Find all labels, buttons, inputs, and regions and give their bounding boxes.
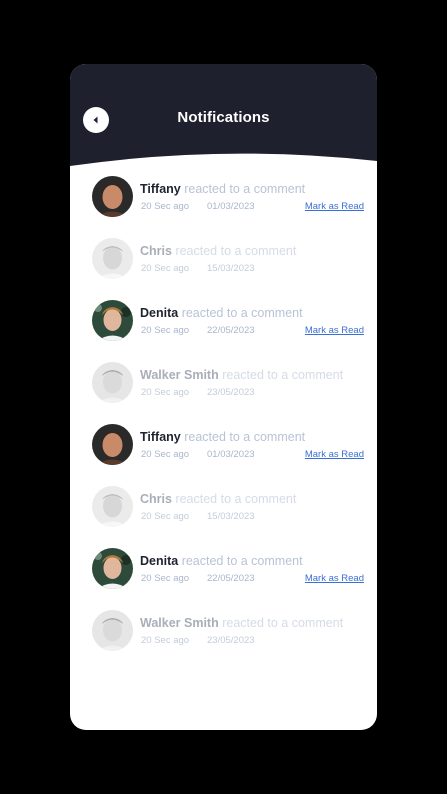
avatar [92, 424, 133, 465]
avatar-tiffany [92, 424, 133, 465]
notification-action: reacted to a comment [175, 244, 297, 258]
notification-name: Chris [140, 244, 172, 258]
avatar [92, 300, 133, 341]
notification-name: Tiffany [140, 182, 181, 196]
notification-time: 20 Sec ago [141, 201, 190, 212]
notification-date: 01/03/2023 [207, 201, 255, 212]
list-item[interactable]: Walker Smith reacted to a comment 20 Sec… [70, 610, 377, 654]
phone-screen: Notifications Tiffany reacted to a comme… [70, 64, 377, 730]
notification-time: 20 Sec ago [141, 511, 190, 522]
mark-as-read-link[interactable]: Mark as Read [305, 201, 364, 212]
header: Notifications [70, 64, 377, 174]
notification-action: reacted to a comment [184, 430, 306, 444]
notification-name: Chris [140, 492, 172, 506]
notification-time: 20 Sec ago [141, 635, 190, 646]
notification-time: 20 Sec ago [141, 449, 190, 460]
notification-action: reacted to a comment [181, 306, 303, 320]
notification-action: reacted to a comment [184, 182, 306, 196]
notification-time: 20 Sec ago [141, 325, 190, 336]
notification-date: 15/03/2023 [207, 263, 255, 274]
page-title: Notifications [177, 109, 270, 126]
list-item[interactable]: Denita reacted to a comment 20 Sec ago 22… [70, 300, 377, 344]
avatar [92, 362, 133, 403]
avatar-walker-smith [92, 362, 133, 403]
avatar [92, 548, 133, 589]
notification-name: Walker Smith [140, 616, 219, 630]
notification-action: reacted to a comment [222, 616, 344, 630]
list-item[interactable]: Walker Smith reacted to a comment 20 Sec… [70, 362, 377, 406]
notification-date: 01/03/2023 [207, 449, 255, 460]
notification-name: Walker Smith [140, 368, 219, 382]
mark-as-read-link[interactable]: Mark as Read [305, 573, 364, 584]
list-item[interactable]: Tiffany reacted to a comment 20 Sec ago 0… [70, 176, 377, 220]
notification-time: 20 Sec ago [141, 573, 190, 584]
list-item[interactable]: Chris reacted to a comment 20 Sec ago 15/… [70, 486, 377, 530]
avatar-denita [92, 300, 133, 341]
notification-action: reacted to a comment [175, 492, 297, 506]
avatar-denita [92, 548, 133, 589]
notification-name: Denita [140, 554, 179, 568]
avatar-chris [92, 238, 133, 279]
avatar-walker-smith [92, 610, 133, 651]
avatar [92, 486, 133, 527]
avatar [92, 610, 133, 651]
notification-action: reacted to a comment [222, 368, 344, 382]
notification-time: 20 Sec ago [141, 387, 190, 398]
notification-time: 20 Sec ago [141, 263, 190, 274]
notification-date: 22/05/2023 [207, 573, 255, 584]
mark-as-read-link[interactable]: Mark as Read [305, 325, 364, 336]
notification-name: Denita [140, 306, 179, 320]
avatar-chris [92, 486, 133, 527]
avatar [92, 176, 133, 217]
avatar-tiffany [92, 176, 133, 217]
avatar [92, 238, 133, 279]
notification-action: reacted to a comment [181, 554, 303, 568]
list-item[interactable]: Chris reacted to a comment 20 Sec ago 15/… [70, 238, 377, 282]
notification-name: Tiffany [140, 430, 181, 444]
list-item[interactable]: Tiffany reacted to a comment 20 Sec ago 0… [70, 424, 377, 468]
list-item[interactable]: Denita reacted to a comment 20 Sec ago 22… [70, 548, 377, 592]
notification-date: 23/05/2023 [207, 635, 255, 646]
notification-date: 23/05/2023 [207, 387, 255, 398]
notification-date: 15/03/2023 [207, 511, 255, 522]
notification-date: 22/05/2023 [207, 325, 255, 336]
mark-as-read-link[interactable]: Mark as Read [305, 449, 364, 460]
